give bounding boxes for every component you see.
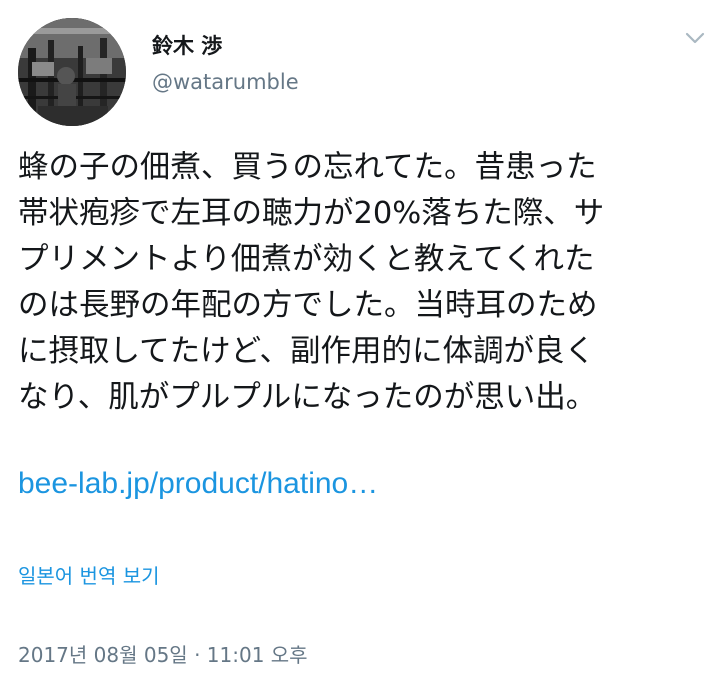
tweet-text-line: 帯状疱疹で左耳の聴力が20%落ちた際、サ xyxy=(18,196,605,231)
tweet-link[interactable]: bee-lab.jp/product/hatino… xyxy=(18,462,378,506)
author-display-name[interactable]: 鈴木 渉 xyxy=(152,32,222,60)
tweet-text-line: なり、肌がプルプルになったのが思い出。 xyxy=(18,380,597,415)
tweet-text-line: プリメントより佃煮が効くと教えてくれた xyxy=(18,242,595,277)
tweet-text-line: のは長野の年配の方でした。当時耳のため xyxy=(18,288,598,323)
chevron-down-icon[interactable] xyxy=(680,26,710,50)
avatar[interactable] xyxy=(18,18,126,126)
tweet-timestamp[interactable]: 2017년 08월 05일 · 11:01 오후 xyxy=(18,641,308,669)
author-handle[interactable]: @watarumble xyxy=(152,68,299,96)
tweet-text-line: 蜂の子の佃煮、買うの忘れてた。昔患った xyxy=(18,150,597,185)
profile-photo xyxy=(18,18,126,126)
tweet-text-line: に摂取してたけど、副作用的に体調が良く xyxy=(18,334,596,369)
translate-tweet-button[interactable]: 일본어 번역 보기 xyxy=(18,562,160,590)
tweet-text: 蜂の子の佃煮、買うの忘れてた。昔患った 帯状疱疹で左耳の聴力が20%落ちた際、サ… xyxy=(18,145,708,421)
